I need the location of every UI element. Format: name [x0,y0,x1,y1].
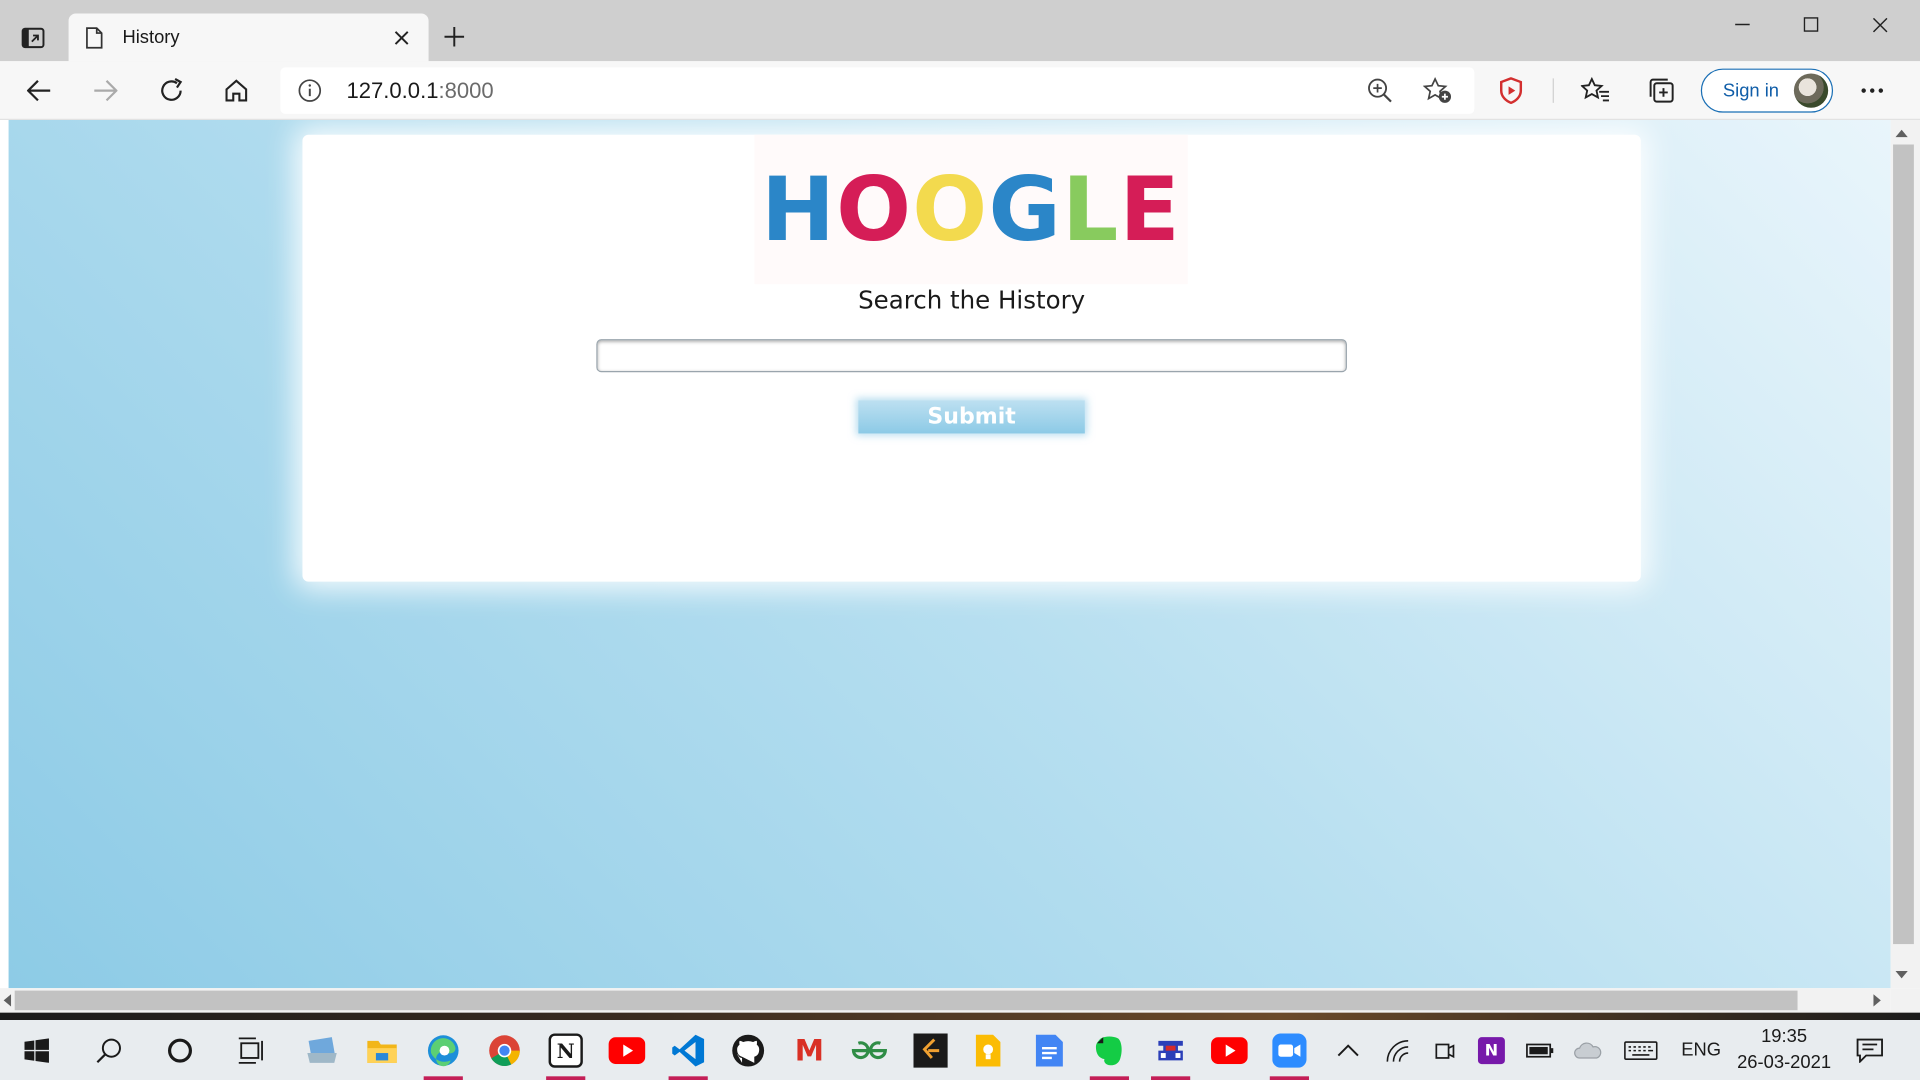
logo-letter: E [1119,157,1181,261]
keyboard-icon[interactable] [1616,1029,1665,1073]
scroll-right-icon[interactable] [1873,994,1881,1007]
logo-letter: O [912,157,989,261]
youtube-icon[interactable] [602,1029,651,1073]
home-icon[interactable] [218,72,255,109]
notion-glyph: N [548,1033,583,1068]
clock[interactable]: 19:35 26-03-2021 [1729,1024,1839,1075]
logo-letter: O [836,157,913,261]
taskbar: N M N ENG 19:35 26-03-2021 [0,1020,1920,1080]
onenote-icon[interactable]: N [1467,1029,1516,1073]
logo-letter: L [1062,157,1120,261]
cortana-icon[interactable] [156,1029,205,1073]
game-icon[interactable] [1146,1029,1195,1080]
page-viewport: HOOGLE Search the History Submit [8,120,1891,989]
search-input[interactable] [596,339,1347,373]
close-window-icon[interactable] [1850,7,1909,41]
zoom-icon[interactable] [1265,1029,1314,1080]
vscode-icon[interactable] [664,1029,713,1080]
scrollbar-corner [1890,988,1920,1013]
minimize-icon[interactable] [1713,7,1772,41]
search-icon[interactable] [84,1029,133,1073]
notion-icon[interactable]: N [541,1029,590,1080]
favorites-icon[interactable] [1577,72,1614,109]
docs-icon[interactable] [1025,1029,1074,1073]
show-hidden-icons-icon[interactable] [1324,1029,1373,1073]
evernote-icon[interactable] [1085,1029,1134,1080]
refresh-icon[interactable] [153,72,190,109]
vertical-scroll-thumb[interactable] [1893,144,1914,945]
scroll-up-icon[interactable] [1895,129,1908,138]
desktop-wallpaper-strip [0,1012,1920,1021]
forward-icon[interactable] [87,72,124,109]
new-tab-icon[interactable] [438,21,470,53]
edge-icon[interactable] [419,1029,468,1080]
file-explorer-icon[interactable] [298,1029,347,1073]
search-card: HOOGLE Search the History Submit [302,134,1641,582]
horizontal-scroll-thumb[interactable] [14,990,1798,1011]
title-bar: History [0,0,1920,62]
youtube-icon[interactable] [1205,1029,1254,1073]
maximize-icon[interactable] [1782,7,1841,41]
tab-title: History [122,26,180,48]
browser-toolbar: 127.0.0.1:8000 Sign in [0,61,1920,121]
notifications-icon[interactable] [1845,1029,1894,1073]
page-icon [86,25,106,49]
toolbar-separator [1552,78,1554,103]
geeksforgeeks-icon[interactable] [845,1029,894,1073]
horizontal-scrollbar[interactable] [0,988,1891,1013]
logo-letter: G [988,157,1063,261]
start-icon[interactable] [12,1029,61,1073]
back-icon[interactable] [21,72,58,109]
submit-button[interactable]: Submit [858,400,1085,434]
language-indicator[interactable]: ENG [1681,1040,1721,1061]
clock-time: 19:35 [1761,1026,1808,1047]
folder-icon[interactable] [358,1029,407,1073]
address-bar[interactable]: 127.0.0.1:8000 [280,67,1475,114]
url-host: 127.0.0.1 [346,78,439,103]
wifi-icon[interactable] [1374,1029,1423,1073]
task-view-icon[interactable] [228,1029,277,1073]
close-tab-icon[interactable] [387,23,416,52]
sign-in-button[interactable]: Sign in [1700,68,1834,113]
address-url: 127.0.0.1:8000 [347,78,494,104]
tab-history[interactable]: History [68,13,429,62]
gmail-icon[interactable]: M [785,1029,834,1073]
meet-now-icon[interactable] [1420,1029,1469,1073]
url-port: :8000 [438,78,494,103]
zoom-icon[interactable] [1367,77,1394,109]
shield-extension-icon[interactable] [1493,72,1530,109]
collections-icon[interactable] [1643,72,1680,109]
chrome-icon[interactable] [480,1029,529,1073]
clock-date: 26-03-2021 [1737,1051,1832,1073]
page-title: Search the History [858,285,1086,315]
logo-letter: H [761,157,837,261]
add-favorite-icon[interactable] [1422,76,1452,109]
scroll-left-icon[interactable] [3,994,12,1007]
leetcode-icon[interactable] [906,1029,955,1073]
hoogle-logo: HOOGLE [754,134,1188,285]
tab-actions-icon[interactable] [12,20,54,57]
sign-in-label: Sign in [1722,80,1780,102]
battery-icon[interactable] [1516,1029,1565,1073]
keep-icon[interactable] [964,1029,1013,1073]
site-info-icon[interactable] [298,78,322,107]
more-options-icon[interactable] [1854,72,1891,109]
github-icon[interactable] [724,1029,773,1073]
logo-text: HOOGLE [761,158,1181,261]
scroll-down-icon[interactable] [1895,971,1908,979]
gmail-glyph: M [794,1033,825,1068]
onedrive-icon[interactable] [1564,1029,1613,1073]
avatar [1793,73,1829,108]
vertical-scrollbar[interactable] [1890,120,1920,989]
